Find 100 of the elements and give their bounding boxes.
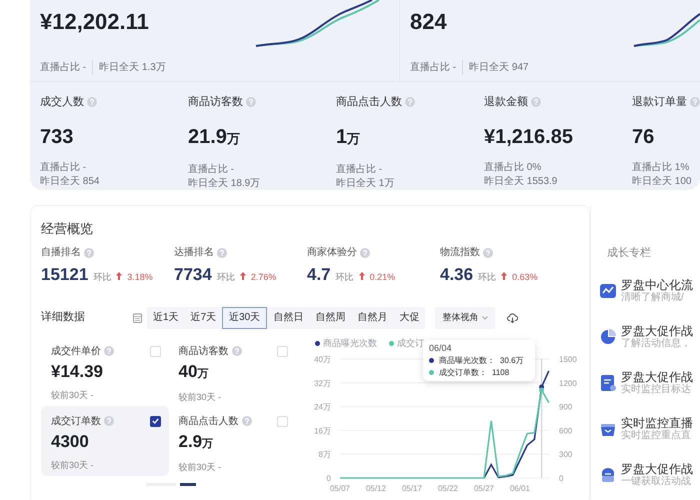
- tooltip-label: 成交订单数：: [439, 366, 487, 378]
- checkbox[interactable]: [150, 416, 160, 426]
- article-title[interactable]: 罗盘大促作战: [621, 324, 693, 338]
- article-title[interactable]: 实时监控直播: [621, 416, 693, 430]
- axis-label: 05/17: [402, 484, 422, 492]
- metric-label: 自播排名: [41, 246, 81, 260]
- help-icon: [87, 96, 97, 107]
- metric-label: 达播排名: [174, 246, 214, 260]
- axis-label: 32万: [314, 378, 331, 388]
- article-description: 了解活动信息，: [621, 338, 692, 350]
- metric-value: 4300: [51, 430, 90, 452]
- metric-value: 1万: [336, 125, 362, 150]
- tooltip-date: 06/04: [429, 342, 453, 354]
- change-value: 2.76%: [250, 271, 276, 284]
- view-dropdown[interactable]: 整体视角: [435, 306, 496, 328]
- metric-note: 昨日全天 854: [40, 176, 100, 188]
- axis-label: 0: [326, 474, 331, 482]
- metric-value: 4.36: [440, 264, 474, 286]
- axis-label: 1500: [559, 354, 577, 364]
- metric-note: 直播占比 -: [336, 164, 384, 176]
- tab[interactable]: 近30天: [222, 306, 268, 328]
- metric-card[interactable]: 商品访客数 40万 较前30天 -: [168, 336, 296, 406]
- change-value: 3.18%: [127, 271, 153, 284]
- axis-label: 900: [559, 402, 572, 412]
- pie-chart-icon: [599, 328, 617, 346]
- axis-label: 16万: [314, 426, 331, 435]
- metric-card[interactable]: 成交订单数 4300 较前30天 -: [41, 406, 168, 476]
- section-title: 详细数据: [41, 310, 86, 326]
- metric-value: 40万: [178, 360, 210, 382]
- axis-label: 600: [559, 426, 572, 435]
- download-icon: [506, 312, 518, 322]
- section-title: 经营概览: [41, 221, 94, 237]
- metric-note: 较前30天 -: [51, 458, 95, 472]
- metric-label: 商家体验分: [307, 246, 357, 260]
- metric-card[interactable]: 成交件单价 ¥14.39 较前30天 -: [41, 336, 168, 406]
- document-icon: [599, 374, 617, 392]
- metric-note: 昨日全天 1553.9: [484, 176, 558, 188]
- metric-label: 物流指数: [440, 246, 480, 260]
- up-arrow-icon: [240, 272, 246, 280]
- metric-note: 直播占比 0%: [484, 162, 542, 174]
- help-icon: [232, 346, 242, 356]
- axis-label: 300: [559, 450, 572, 459]
- metric-value: 824: [410, 8, 448, 36]
- change-value: 0.63%: [512, 271, 538, 284]
- article-description: 实时监控重点直: [621, 430, 692, 442]
- axis-label: 40万: [314, 354, 331, 364]
- tab[interactable]: 近7天: [184, 306, 222, 328]
- box-icon: [599, 466, 617, 484]
- tab[interactable]: 自然月: [351, 306, 394, 328]
- metric-note: 直播占比 -: [410, 60, 456, 75]
- metric-value: 2.9万: [178, 430, 214, 452]
- checkbox[interactable]: [150, 346, 160, 356]
- checkbox[interactable]: [277, 346, 288, 356]
- axis-label: 05/27: [474, 484, 494, 492]
- help-icon: [217, 248, 227, 258]
- metric-note: 昨日全天 100: [632, 176, 692, 188]
- metric-note: 直播占比 -: [40, 60, 86, 75]
- metric-label: 成交订单数: [51, 414, 101, 428]
- tooltip-value: 30.6万: [500, 354, 524, 366]
- up-arrow-icon: [358, 272, 365, 280]
- line-chart-icon: [599, 282, 617, 300]
- metric-value: 733: [40, 125, 74, 150]
- tab[interactable]: 自然周: [309, 306, 352, 328]
- up-arrow-icon: [501, 272, 508, 280]
- metric-note: 昨日全天 947: [462, 60, 529, 75]
- article-title[interactable]: 罗盘中心化流: [621, 278, 693, 292]
- metric-label: 成交人数: [40, 94, 84, 110]
- metric-label: 商品访客数: [178, 344, 228, 358]
- metric-value: 4.7: [307, 264, 331, 286]
- change-value: 0.21%: [370, 271, 396, 284]
- article-description: 一键获取活动战: [621, 476, 692, 488]
- tooltip-label: 商品曝光次数：: [439, 354, 495, 366]
- metric-label: 商品点击人数: [336, 94, 402, 110]
- help-icon: [246, 96, 256, 107]
- metric-label: 商品点击人数: [178, 414, 238, 428]
- metric-card[interactable]: 商品点击人数 2.9万 较前30天 -: [168, 406, 296, 476]
- tab[interactable]: 自然日: [267, 306, 310, 328]
- tab[interactable]: 大促: [393, 306, 426, 328]
- axis-label: 1200: [559, 378, 577, 388]
- help-icon: [84, 248, 94, 258]
- sparkline: [632, 13, 700, 47]
- calendar-icon[interactable]: [133, 312, 142, 322]
- article-title[interactable]: 罗盘大促作战: [621, 370, 693, 384]
- help-icon: [360, 248, 370, 258]
- metric-note: 较前30天 -: [178, 390, 222, 404]
- metric-note: 较前30天 -: [51, 388, 95, 402]
- page-indicator[interactable]: [180, 482, 196, 486]
- article-title[interactable]: 罗盘大促作战: [621, 462, 693, 476]
- axis-label: 0: [559, 474, 564, 482]
- tab[interactable]: 近1天: [147, 306, 185, 328]
- metric-note: 昨日全天 1万: [336, 178, 396, 190]
- metric-note: 直播占比 -: [188, 164, 236, 176]
- legend-label: 成交订: [397, 336, 424, 350]
- metric-label: 商品访客数: [188, 94, 243, 110]
- checkbox[interactable]: [277, 416, 288, 426]
- compare-label: 环比: [216, 271, 235, 284]
- up-arrow-icon: [116, 272, 122, 280]
- metric-value: ¥12,202.11: [40, 8, 150, 36]
- metric-value: ¥14.39: [51, 360, 104, 382]
- help-icon: [483, 248, 493, 258]
